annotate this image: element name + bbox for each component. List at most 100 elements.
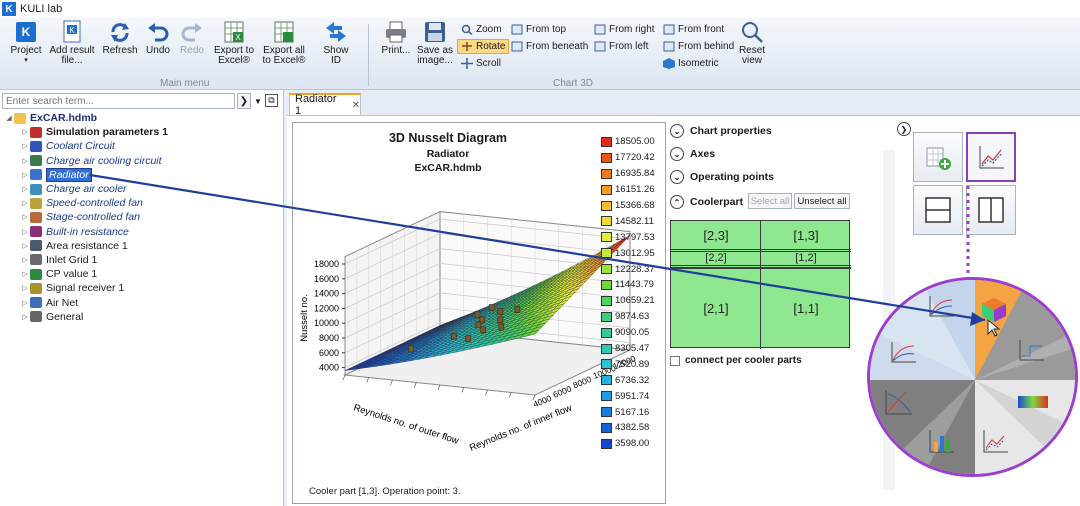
- undo-button[interactable]: Undo: [142, 20, 174, 56]
- zoom-button[interactable]: Zoom: [458, 22, 505, 37]
- export-excel-button[interactable]: X Export to Excel®: [210, 20, 258, 66]
- coolerpart-section[interactable]: ⌃ Coolerpart Select all Unselect all: [670, 193, 866, 211]
- cooler-cell-2-1[interactable]: [2,1]: [671, 267, 761, 349]
- add-chart-button[interactable]: [913, 132, 963, 182]
- cooler-cell-1-3[interactable]: [1,3]: [761, 221, 851, 249]
- connect-per-cooler-parts-option[interactable]: connect per cooler parts: [670, 355, 802, 366]
- expand-toggle-icon[interactable]: ▷: [20, 142, 30, 150]
- undo-icon: [145, 20, 171, 44]
- tree-item[interactable]: ▷ Speed-controlled fan: [20, 196, 280, 210]
- legend-swatch: [601, 438, 612, 449]
- legend-value: 9090.05: [615, 327, 650, 339]
- from-behind-button[interactable]: From behind: [660, 39, 737, 54]
- excel-all-icon: [271, 20, 297, 44]
- from-right-button[interactable]: From right: [591, 22, 658, 37]
- project-tree-panel: ❯ ▼ ⧉ ◢ ExCAR.hdmb ▷ Simulation parameter…: [0, 90, 284, 506]
- outer-tick-mark: [508, 392, 512, 398]
- grid-divider: [671, 267, 851, 269]
- scroll-button[interactable]: Scroll: [458, 56, 504, 71]
- expand-toggle-icon[interactable]: ▷: [20, 299, 30, 307]
- legend-item: 14582.11: [601, 213, 661, 229]
- tree-item[interactable]: ▷ Area resistance 1: [20, 239, 280, 253]
- operating-points-section[interactable]: ⌄ Operating points: [670, 170, 774, 184]
- close-icon[interactable]: ✕: [352, 100, 360, 111]
- cooler-cell-1-2[interactable]: [1,2]: [761, 251, 851, 265]
- from-front-button[interactable]: From front: [660, 22, 727, 37]
- connect-checkbox[interactable]: [670, 355, 680, 366]
- title-bar: K KULI lab: [0, 0, 1080, 18]
- chart-properties-section[interactable]: ⌄ Chart properties: [670, 124, 772, 138]
- legend-item: 16151.26: [601, 182, 661, 198]
- tree-item[interactable]: ▷ Built-in resistance: [20, 225, 280, 239]
- expand-toggle-icon[interactable]: ▷: [20, 284, 30, 292]
- tree-item[interactable]: ▷ Charge air cooler: [20, 182, 280, 196]
- z-axis: 4000 6000 8000 10000 12000 14000 16000 18000: [314, 259, 345, 373]
- cooler-cell-1-1[interactable]: [1,1]: [761, 267, 851, 349]
- select-all-button[interactable]: Select all: [748, 193, 792, 209]
- tree-item[interactable]: ▷ Stage-controlled fan: [20, 210, 280, 224]
- expand-toggle-icon[interactable]: ▷: [20, 242, 30, 250]
- export-all-button[interactable]: Export all to Excel®: [260, 20, 308, 66]
- redo-button[interactable]: Redo: [176, 20, 208, 56]
- search-options-dropdown[interactable]: ▼: [253, 93, 263, 109]
- legend-swatch: [601, 136, 612, 147]
- expand-toggle-icon[interactable]: ◢: [4, 114, 14, 122]
- chart-type-button[interactable]: [966, 132, 1016, 182]
- chart-panel[interactable]: 4000 6000 8000 10000 12000 14000 16000 18000 Nus…: [292, 122, 666, 504]
- collapse-icon: ⧉: [268, 95, 275, 105]
- tree-item[interactable]: ▷ Inlet Grid 1: [20, 253, 280, 267]
- tree-item[interactable]: ▷ Coolant Circuit: [20, 139, 280, 153]
- split-horizontal-button[interactable]: [913, 185, 963, 235]
- legend-swatch: [601, 343, 612, 354]
- expand-toggle-icon[interactable]: ▷: [20, 128, 30, 136]
- tree-item[interactable]: ▷ Signal receiver 1: [20, 281, 280, 295]
- tree-item[interactable]: ▷ General: [20, 310, 280, 324]
- axes-section[interactable]: ⌄ Axes: [670, 147, 715, 161]
- project-button[interactable]: K Project ▾: [6, 20, 46, 66]
- expand-toggle-icon[interactable]: ▷: [20, 256, 30, 264]
- search-input[interactable]: [2, 93, 235, 109]
- expand-toggle-icon[interactable]: ▷: [20, 213, 30, 221]
- expand-toggle-icon[interactable]: ▷: [20, 199, 30, 207]
- component-icon: [30, 140, 42, 152]
- expand-toggle-icon[interactable]: ▷: [20, 157, 30, 165]
- search-go-button[interactable]: ❯: [237, 93, 251, 109]
- tree-item[interactable]: ▷ Charge air cooling circuit: [20, 154, 280, 168]
- main-menu-group-label: Main menu: [160, 78, 210, 89]
- collapse-all-button[interactable]: ⧉: [265, 94, 278, 107]
- isometric-icon: [663, 58, 675, 69]
- tree-item[interactable]: ▷ Radiator: [20, 167, 280, 182]
- expand-toggle-icon[interactable]: ▷: [20, 270, 30, 278]
- expand-toggle-icon[interactable]: ▷: [20, 228, 30, 236]
- chevron-right-icon[interactable]: ❯: [897, 122, 911, 136]
- cooler-cell-2-2[interactable]: [2,2]: [671, 251, 761, 265]
- isometric-button[interactable]: Isometric: [660, 56, 722, 71]
- tree-item-label: Stage-controlled fan: [46, 211, 140, 224]
- print-button[interactable]: Print...: [378, 20, 414, 56]
- from-beneath-button[interactable]: From beneath: [508, 39, 591, 54]
- unselect-all-button[interactable]: Unselect all: [794, 193, 850, 209]
- component-icon: [30, 155, 42, 167]
- tree-item[interactable]: ▷ Simulation parameters 1: [20, 125, 280, 139]
- rotate-button[interactable]: Rotate: [457, 39, 510, 54]
- refresh-button[interactable]: Refresh: [102, 20, 138, 56]
- legend-swatch: [601, 248, 612, 259]
- save-image-button[interactable]: Save as image...: [414, 20, 456, 66]
- reset-view-button[interactable]: Reset view: [734, 20, 770, 66]
- split-vertical-button[interactable]: [966, 185, 1016, 235]
- from-right-label: From right: [609, 24, 655, 35]
- cooler-cell-2-3[interactable]: [2,3]: [671, 221, 761, 249]
- tree-item[interactable]: ▷ CP value 1: [20, 267, 280, 281]
- expand-toggle-icon[interactable]: ▷: [20, 171, 30, 179]
- from-top-button[interactable]: From top: [508, 22, 569, 37]
- expand-toggle-icon[interactable]: ▷: [20, 185, 30, 193]
- from-left-button[interactable]: From left: [591, 39, 651, 54]
- grid-divider: [760, 221, 761, 349]
- expand-toggle-icon[interactable]: ▷: [20, 313, 30, 321]
- tab-radiator-1[interactable]: Radiator 1 ✕: [289, 93, 361, 117]
- add-result-button[interactable]: K Add result file...: [46, 20, 98, 66]
- tree-item[interactable]: ▷ Air Net: [20, 295, 280, 309]
- show-id-button[interactable]: Show ID: [316, 20, 356, 66]
- component-icon: [30, 183, 42, 195]
- tree-root[interactable]: ◢ ExCAR.hdmb: [4, 111, 280, 125]
